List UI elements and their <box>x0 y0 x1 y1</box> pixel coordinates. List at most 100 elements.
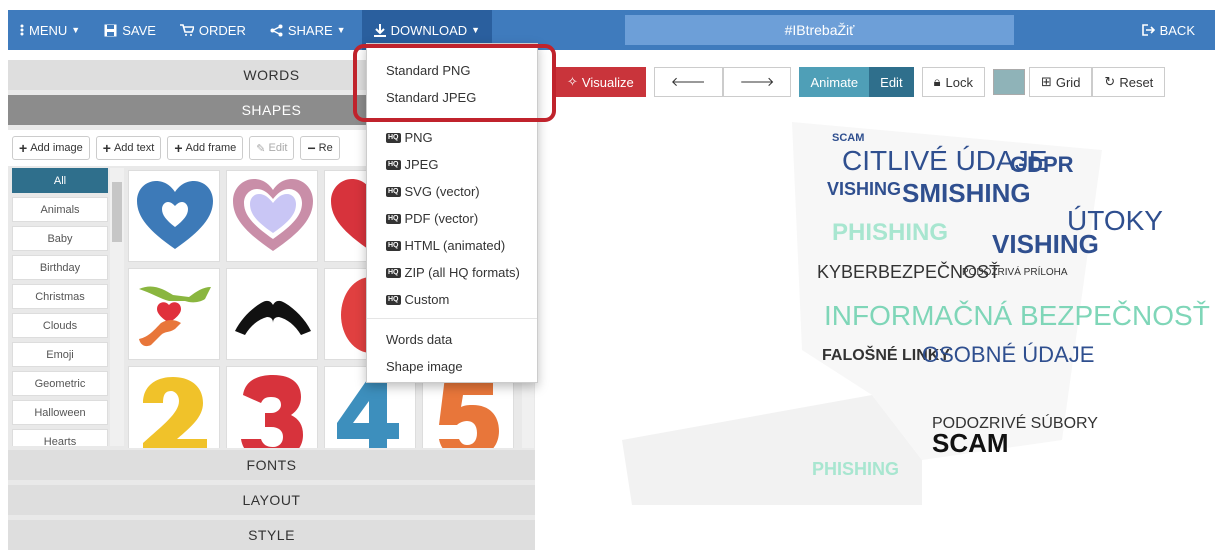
vertical-dots-icon <box>20 24 24 36</box>
hq-badge-icon: HQ <box>386 132 401 143</box>
category-birthday[interactable]: Birthday <box>12 255 108 280</box>
project-title-input[interactable]: #IBtrebaŽiť <box>625 15 1014 45</box>
remove-label: Re <box>318 142 333 154</box>
menu-item-pdf[interactable]: HQ PDF (vector) <box>386 211 478 226</box>
shape-tile-outline-heart[interactable] <box>226 170 318 262</box>
category-clouds[interactable]: Clouds <box>12 313 108 338</box>
edit-tab[interactable]: Edit <box>869 67 914 97</box>
shape-tile-blue-heart[interactable] <box>128 170 220 262</box>
visualize-toolbar: ✧ Visualize 🡐 🡒 Animate Edit 🔒︎ Lock ⊞ Grid… <box>555 67 1173 97</box>
add-text-label: Add text <box>113 142 155 154</box>
category-geometric[interactable]: Geometric <box>12 371 108 396</box>
menu-item-words-data[interactable]: Words data <box>386 332 452 347</box>
menu-item-label: SVG (vector) <box>404 184 480 199</box>
floppy-icon <box>104 24 117 36</box>
hand-heart-icon <box>235 300 311 335</box>
hq-badge-icon: HQ <box>386 294 401 305</box>
back-button[interactable]: BACK <box>1130 10 1207 50</box>
top-navbar: MENU ▼ SAVE ORDER SHARE ▼ DOWNLOAD ▼ #IBtre… <box>8 10 1215 50</box>
category-emoji[interactable]: Emoji <box>12 342 108 367</box>
edit-shape-button[interactable]: ✎ Edit <box>249 136 295 160</box>
shape-tile-hands-heart[interactable] <box>128 268 220 360</box>
cart-icon <box>179 24 194 36</box>
shape-tile-hands-black[interactable] <box>226 268 318 360</box>
scrollbar-thumb[interactable] <box>112 182 122 242</box>
menu-item-label: PDF (vector) <box>404 211 479 226</box>
hq-badge-icon: HQ <box>386 213 401 224</box>
plus-icon: + <box>174 140 183 156</box>
save-button[interactable]: SAVE <box>92 10 168 50</box>
reset-button[interactable]: ↻ Reset <box>1092 67 1166 97</box>
word-16: PHISHING <box>812 459 899 479</box>
menu-item-label: HTML (animated) <box>404 238 506 253</box>
menu-item-custom[interactable]: HQ Custom <box>386 292 449 307</box>
order-label: ORDER <box>198 22 246 38</box>
back-label: BACK <box>1159 22 1195 38</box>
grid-button[interactable]: ⊞ Grid <box>1028 67 1093 97</box>
caret-down-icon: ▼ <box>471 25 481 35</box>
undo-redo-group: 🡐 🡒 <box>653 67 792 97</box>
visualize-button[interactable]: ✧ Visualize <box>555 67 646 97</box>
share-button[interactable]: SHARE ▼ <box>258 10 358 50</box>
hq-badge-icon: HQ <box>386 186 401 197</box>
color-swatch[interactable] <box>992 69 1025 95</box>
menu-item-hq-jpeg[interactable]: HQ JPEG <box>386 157 438 172</box>
caret-down-icon: ▼ <box>71 25 81 35</box>
word-5: SMISHING <box>902 178 1031 208</box>
fonts-section-header[interactable]: FONTS <box>8 450 535 480</box>
style-section-header[interactable]: STYLE <box>8 520 535 550</box>
add-text-button[interactable]: + Add text <box>95 136 162 160</box>
category-baby[interactable]: Baby <box>12 226 108 251</box>
menu-label: MENU <box>29 22 68 38</box>
share-label: SHARE <box>287 22 333 38</box>
remove-shape-button[interactable]: − Re <box>300 136 340 160</box>
menu-divider <box>367 318 537 319</box>
category-animals[interactable]: Animals <box>12 197 108 222</box>
add-frame-button[interactable]: + Add frame <box>167 136 244 160</box>
menu-button[interactable]: MENU ▼ <box>8 10 92 50</box>
undo-button[interactable]: 🡐 <box>653 67 723 97</box>
word-8: VISHING <box>992 229 1099 259</box>
menu-item-label: ZIP (all HQ formats) <box>404 265 520 280</box>
download-icon <box>373 23 386 37</box>
category-hearts[interactable]: Hearts <box>12 429 108 446</box>
lock-icon: 🔒︎ <box>933 74 941 89</box>
menu-item-html[interactable]: HQ HTML (animated) <box>386 238 505 253</box>
animate-tab[interactable]: Animate <box>799 67 870 97</box>
arrow-left-icon: 🡐 <box>670 74 706 89</box>
arrow-right-icon: 🡒 <box>739 74 775 89</box>
word-1: SCAM <box>832 132 864 144</box>
word-10: PODOZRIVÁ PRÍLOHA <box>962 265 1068 278</box>
add-frame-label: Add frame <box>185 142 237 154</box>
hq-badge-icon: HQ <box>386 159 401 170</box>
menu-item-hq-png[interactable]: HQ PNG <box>386 130 433 145</box>
word-4: VISHING <box>827 179 901 199</box>
category-all[interactable]: All <box>12 168 108 193</box>
number-3-icon <box>241 375 303 448</box>
heart-icon <box>137 181 213 249</box>
word-15: SCAM <box>932 428 1009 458</box>
category-scrollbar[interactable] <box>110 168 124 446</box>
menu-item-svg[interactable]: HQ SVG (vector) <box>386 184 480 199</box>
lock-button[interactable]: 🔒︎ Lock <box>921 67 985 97</box>
category-halloween[interactable]: Halloween <box>12 400 108 425</box>
menu-item-label: JPEG <box>404 157 439 172</box>
word-7: PHISHING <box>832 219 948 246</box>
shape-tile-number-3[interactable] <box>226 366 318 448</box>
hq-badge-icon: HQ <box>386 240 401 251</box>
word-13: OSOBNÉ ÚDAJE <box>922 342 1094 367</box>
minus-icon: − <box>307 140 316 156</box>
wordcloud-canvas[interactable]: SCAM CITLIVÉ ÚDAJE GDPR VISHING SMISHING… <box>542 110 1215 547</box>
shape-tile-number-2[interactable] <box>128 366 220 448</box>
grid-icon: ⊞ <box>1040 74 1052 89</box>
layout-section-header[interactable]: LAYOUT <box>8 485 535 515</box>
reset-icon: ↻ <box>1104 74 1116 89</box>
order-button[interactable]: ORDER <box>168 10 258 50</box>
category-christmas[interactable]: Christmas <box>12 284 108 309</box>
add-image-button[interactable]: + Add image <box>12 136 90 160</box>
menu-item-label: PNG <box>404 130 433 145</box>
menu-item-zip[interactable]: HQ ZIP (all HQ formats) <box>386 265 520 280</box>
highlight-annotation <box>353 44 556 122</box>
redo-button[interactable]: 🡒 <box>722 67 792 97</box>
menu-item-shape-image[interactable]: Shape image <box>386 359 463 374</box>
